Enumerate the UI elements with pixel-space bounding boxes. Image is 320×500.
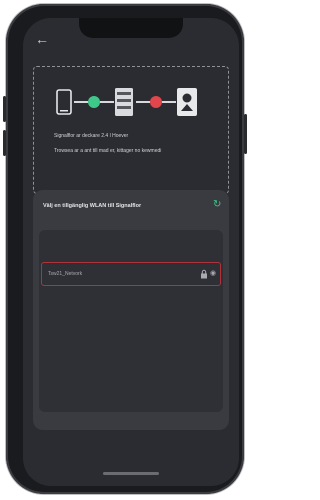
connection-diagram: Signalflor ar deckare 2.4 l Hoever Trows… <box>33 66 229 194</box>
notch <box>79 18 183 38</box>
wifi-section-title: Välj en tillgänglig WLAN till Signalflor <box>43 203 142 209</box>
power-button <box>244 114 247 154</box>
connector-line <box>100 101 114 103</box>
app-screen: ← Signalflor ar deckare 2.4 l Hoever Tro… <box>23 18 239 486</box>
success-dot-icon <box>88 96 100 108</box>
wifi-signal-icon: ◉ <box>210 270 217 277</box>
phone-icon <box>56 89 72 115</box>
wifi-selection-card: Välj en tillgänglig WLAN till Signalflor… <box>33 190 229 430</box>
router-icon <box>115 88 133 116</box>
connector-line <box>136 101 150 103</box>
connector-line <box>162 101 176 103</box>
wifi-list <box>39 230 223 412</box>
diagram-caption: Signalflor ar deckare 2.4 l Hoever <box>54 133 129 139</box>
wifi-ssid: Tsw21_Netvork <box>48 271 83 277</box>
lock-icon <box>201 269 207 279</box>
wifi-network-item[interactable]: Tsw21_Netvork ◉ <box>41 262 221 286</box>
error-dot-icon <box>150 96 162 108</box>
volume-down-button <box>3 130 6 156</box>
home-indicator <box>103 472 159 475</box>
refresh-icon[interactable]: ↻ <box>213 200 221 210</box>
diagram-description: Trowsea ar a ant till mad er, kittager n… <box>54 148 162 154</box>
phone-frame: ← Signalflor ar deckare 2.4 l Hoever Tro… <box>3 4 247 494</box>
solar-inverter-icon <box>177 88 197 116</box>
arrow-left-icon[interactable]: ← <box>35 32 49 46</box>
connector-line <box>74 101 88 103</box>
volume-up-button <box>3 96 6 122</box>
